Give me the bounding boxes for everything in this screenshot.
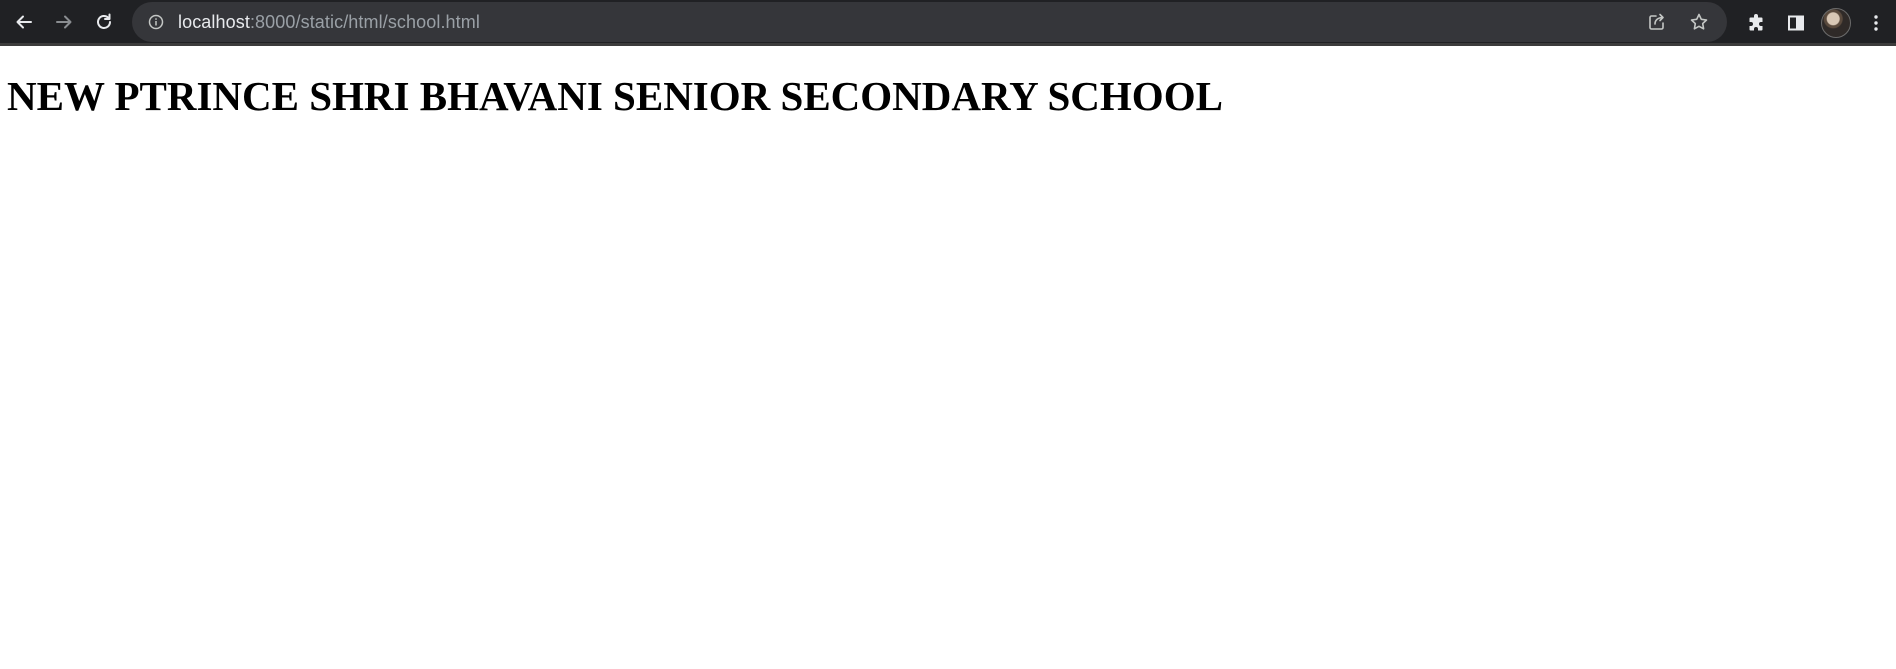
profile-button[interactable] — [1816, 3, 1856, 43]
page-content: NEW PTRINCE SHRI BHAVANI SENIOR SECONDAR… — [0, 71, 1896, 121]
address-bar-actions — [1639, 2, 1717, 42]
browser-toolbar: localhost:8000/static/html/school.html — [0, 0, 1896, 46]
reload-button[interactable] — [84, 2, 124, 42]
url-host: localhost — [178, 11, 250, 32]
browser-tools — [1736, 3, 1896, 43]
extensions-button[interactable] — [1736, 3, 1776, 43]
share-icon — [1649, 13, 1664, 30]
side-panel-button[interactable] — [1776, 3, 1816, 43]
forward-arrow-icon — [56, 15, 72, 28]
star-icon — [1690, 13, 1708, 30]
side-panel-icon — [1788, 15, 1804, 31]
menu-button[interactable] — [1856, 3, 1896, 43]
reload-icon — [97, 13, 111, 29]
forward-button[interactable] — [44, 2, 84, 42]
info-icon[interactable] — [146, 12, 166, 32]
back-button[interactable] — [4, 2, 44, 42]
url-text[interactable]: localhost:8000/static/html/school.html — [178, 12, 480, 33]
address-bar[interactable]: localhost:8000/static/html/school.html — [132, 2, 1727, 42]
puzzle-icon — [1749, 14, 1763, 31]
kebab-menu-icon — [1874, 15, 1878, 31]
url-path: :8000/static/html/school.html — [249, 11, 480, 32]
share-button[interactable] — [1639, 4, 1675, 40]
bookmark-button[interactable] — [1681, 4, 1717, 40]
avatar — [1821, 8, 1851, 38]
page-title: NEW PTRINCE SHRI BHAVANI SENIOR SECONDAR… — [7, 73, 1223, 119]
back-arrow-icon — [16, 15, 32, 28]
